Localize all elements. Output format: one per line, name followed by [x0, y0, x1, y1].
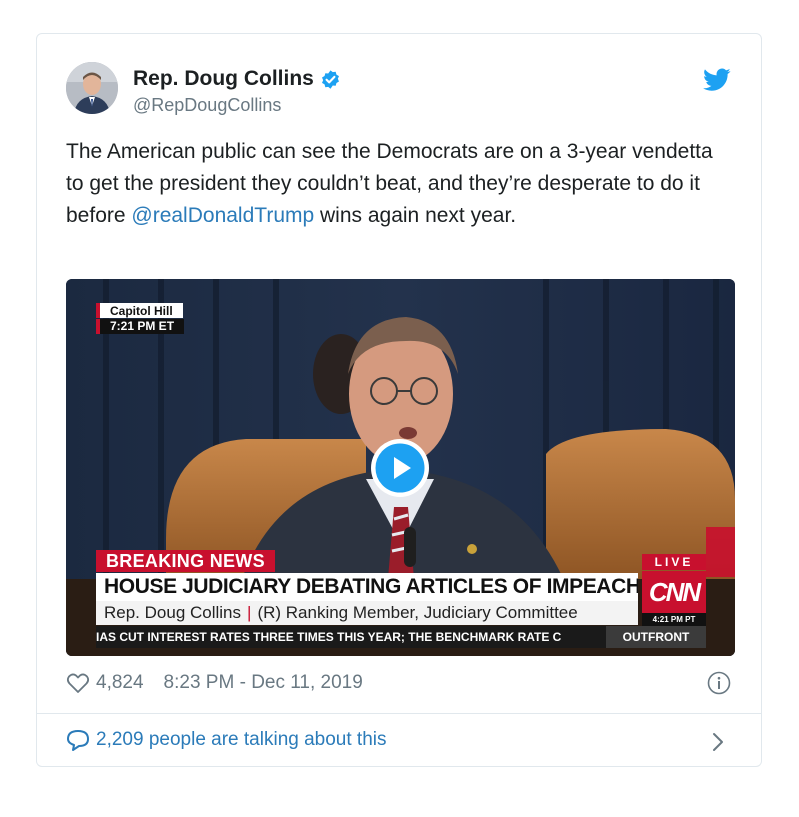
heart-icon[interactable]: [66, 672, 90, 694]
author-name-row[interactable]: Rep. Doug Collins: [133, 67, 341, 91]
location-time: 7:21 PM ET: [96, 319, 185, 334]
tweet-text-end: wins again next year.: [314, 204, 517, 227]
verified-badge-icon: [321, 69, 339, 89]
author-handle[interactable]: @RepDougCollins: [133, 95, 281, 116]
chyron-separator: |: [247, 603, 252, 622]
twitter-bird-icon[interactable]: [703, 68, 731, 92]
comment-bubble-icon: [67, 730, 89, 751]
conversation-link[interactable]: 2,209 people are talking about this: [66, 729, 387, 751]
location-label: Capitol Hill: [96, 303, 183, 318]
info-icon[interactable]: [707, 671, 731, 695]
footer-divider: [37, 713, 761, 714]
chyron-name: Rep. Doug Collins: [104, 603, 242, 622]
avatar[interactable]: [66, 62, 118, 114]
like-count[interactable]: 4,824: [96, 672, 144, 694]
tweet-metadata-row: 4,824 8:23 PM - Dec 11, 2019: [66, 672, 363, 694]
network-time: 4:21 PM PT: [642, 613, 706, 626]
network-logo: CNN: [642, 571, 706, 613]
breaking-news-banner: BREAKING NEWS: [96, 550, 275, 572]
video-player[interactable]: Capitol Hill 7:21 PM ET BREAKING NEWS HO…: [66, 279, 735, 656]
chyron-headline: HOUSE JUDICIARY DEBATING ARTICLES OF IMP…: [96, 573, 638, 601]
conversation-count-text[interactable]: 2,209 people are talking about this: [96, 729, 387, 751]
tweet-embed-card[interactable]: Rep. Doug Collins @RepDougCollins The Am…: [36, 33, 762, 767]
show-name: OUTFRONT: [606, 626, 706, 648]
play-icon: [372, 440, 428, 496]
tweet-text: The American public can see the Democrat…: [66, 136, 726, 232]
chyron-lower-third: Rep. Doug Collins | (R) Ranking Member, Ju…: [96, 601, 638, 625]
tweet-timestamp[interactable]: 8:23 PM - Dec 11, 2019: [164, 672, 363, 694]
chyron-title: (R) Ranking Member, Judiciary Committee: [257, 603, 578, 622]
live-badge: LIVE: [642, 554, 706, 570]
author-name[interactable]: Rep. Doug Collins: [133, 67, 314, 91]
mention-link[interactable]: @realDonaldTrump: [131, 204, 314, 227]
chevron-right-icon[interactable]: [711, 731, 725, 753]
news-ticker: IAS CUT INTEREST RATES THREE TIMES THIS …: [96, 626, 606, 648]
play-button[interactable]: [371, 439, 429, 497]
